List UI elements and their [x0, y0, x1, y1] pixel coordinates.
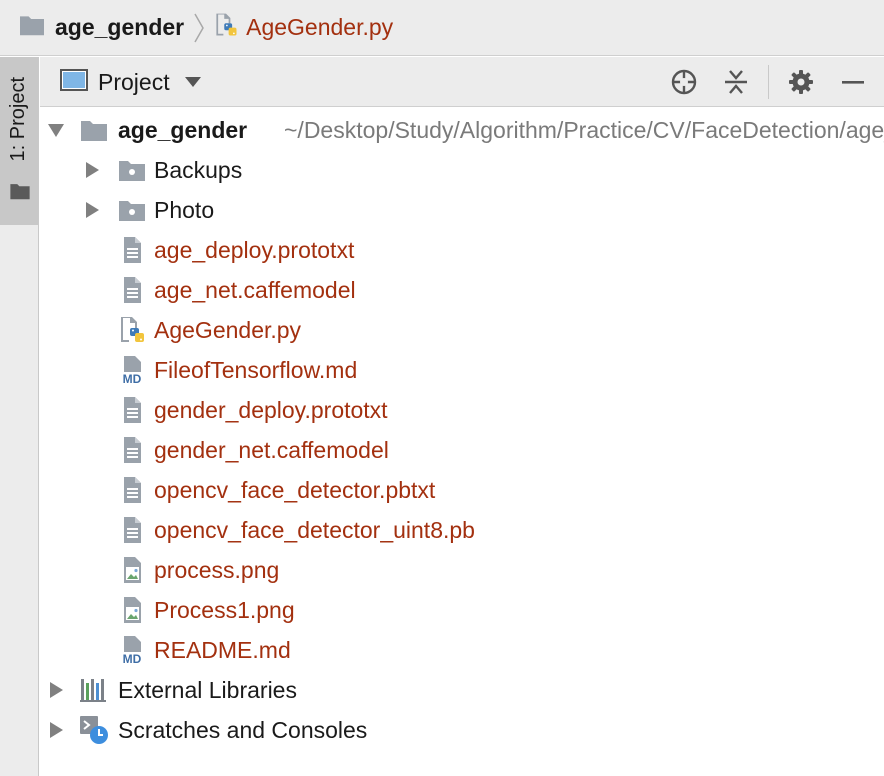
text-file-icon [116, 394, 148, 426]
file-name: gender_net.caffemodel [154, 436, 389, 463]
folder-icon [116, 154, 148, 186]
gear-icon[interactable] [787, 68, 815, 96]
md-badge-text: MD [123, 372, 142, 386]
python-file-icon [116, 314, 148, 346]
scratch-console-icon [78, 714, 110, 746]
minimize-icon[interactable] [839, 68, 867, 96]
project-tool-tab-label: 1: Project [7, 77, 29, 162]
root-folder-name: age_gender [118, 116, 248, 143]
text-file-icon [116, 434, 148, 466]
file-name: age_deploy.prototxt [154, 236, 355, 263]
tree-folder-backups[interactable]: Backups [40, 150, 884, 190]
breadcrumb-root-label: age_gender [55, 14, 185, 40]
library-icon [78, 674, 110, 706]
triangle-right-icon[interactable] [46, 680, 66, 700]
file-name: age_net.caffemodel [154, 276, 356, 303]
triangle-right-icon[interactable] [46, 720, 66, 740]
tree-file[interactable]: opencv_face_detector.pbtxt [40, 470, 884, 510]
breadcrumb-root[interactable]: age_gender [18, 0, 184, 56]
toolbar-divider [768, 65, 769, 99]
tree-folder-photo[interactable]: Photo [40, 190, 884, 230]
root-folder-path: ~/Desktop/Study/Algorithm/Practice/CV/Fa… [284, 116, 884, 143]
tree-external-libraries[interactable]: External Libraries [40, 670, 884, 710]
tree-file[interactable]: opencv_face_detector_uint8.pb [40, 510, 884, 550]
tree-file[interactable]: MD FileofTensorflow.md [40, 350, 884, 390]
folder-icon [116, 194, 148, 226]
file-name: README.md [154, 636, 291, 663]
tree-file[interactable]: age_deploy.prototxt [40, 230, 884, 270]
markdown-file-icon: MD [116, 354, 148, 386]
locate-icon[interactable] [670, 68, 698, 96]
scratches-label: Scratches and Consoles [118, 716, 368, 743]
image-file-icon [116, 554, 148, 586]
triangle-right-icon[interactable] [82, 160, 102, 180]
left-tool-strip: 1: Project [0, 57, 39, 776]
md-badge-text: MD [123, 652, 142, 666]
image-file-icon [116, 594, 148, 626]
file-name: opencv_face_detector_uint8.pb [154, 516, 475, 543]
file-name: Process1.png [154, 596, 295, 623]
text-file-icon [116, 474, 148, 506]
view-selector[interactable]: Project [60, 57, 202, 107]
folder-icon [18, 13, 46, 43]
text-file-icon [116, 514, 148, 546]
folder-icon [9, 181, 31, 206]
chevron-right-icon [194, 12, 204, 44]
python-file-icon [212, 11, 240, 45]
folder-icon [78, 114, 110, 146]
file-name: gender_deploy.prototxt [154, 396, 388, 423]
tree-file[interactable]: AgeGender.py [40, 310, 884, 350]
collapse-all-icon[interactable] [722, 68, 750, 96]
text-file-icon [116, 274, 148, 306]
file-name: FileofTensorflow.md [154, 356, 358, 383]
folder-name: Backups [154, 156, 243, 183]
triangle-down-icon[interactable] [46, 120, 66, 140]
tree-file[interactable]: MD README.md [40, 630, 884, 670]
file-name: AgeGender.py [154, 316, 302, 343]
tree-scratches[interactable]: Scratches and Consoles [40, 710, 884, 750]
project-tree: age_gender ~/Desktop/Study/Algorithm/Pra… [40, 108, 884, 776]
tree-file[interactable]: process.png [40, 550, 884, 590]
breadcrumb-file[interactable]: AgeGender.py [212, 0, 393, 56]
project-tool-tab[interactable]: 1: Project [0, 57, 38, 225]
file-name: opencv_face_detector.pbtxt [154, 476, 436, 503]
project-view-title: Project [98, 68, 170, 95]
breadcrumb-file-label: AgeGender.py [246, 14, 394, 40]
tree-root[interactable]: age_gender ~/Desktop/Study/Algorithm/Pra… [40, 110, 884, 150]
tree-file[interactable]: age_net.caffemodel [40, 270, 884, 310]
markdown-file-icon: MD [116, 634, 148, 666]
chevron-down-icon [184, 76, 202, 88]
tree-file[interactable]: Process1.png [40, 590, 884, 630]
project-panel-header: Project [40, 57, 884, 107]
triangle-right-icon[interactable] [82, 200, 102, 220]
tree-file[interactable]: gender_net.caffemodel [40, 430, 884, 470]
tree-file[interactable]: gender_deploy.prototxt [40, 390, 884, 430]
navigation-bar: age_gender AgeGender.py [0, 0, 884, 56]
file-name: process.png [154, 556, 280, 583]
external-libraries-label: External Libraries [118, 676, 297, 703]
window-icon [60, 68, 88, 97]
folder-name: Photo [154, 196, 215, 223]
text-file-icon [116, 234, 148, 266]
